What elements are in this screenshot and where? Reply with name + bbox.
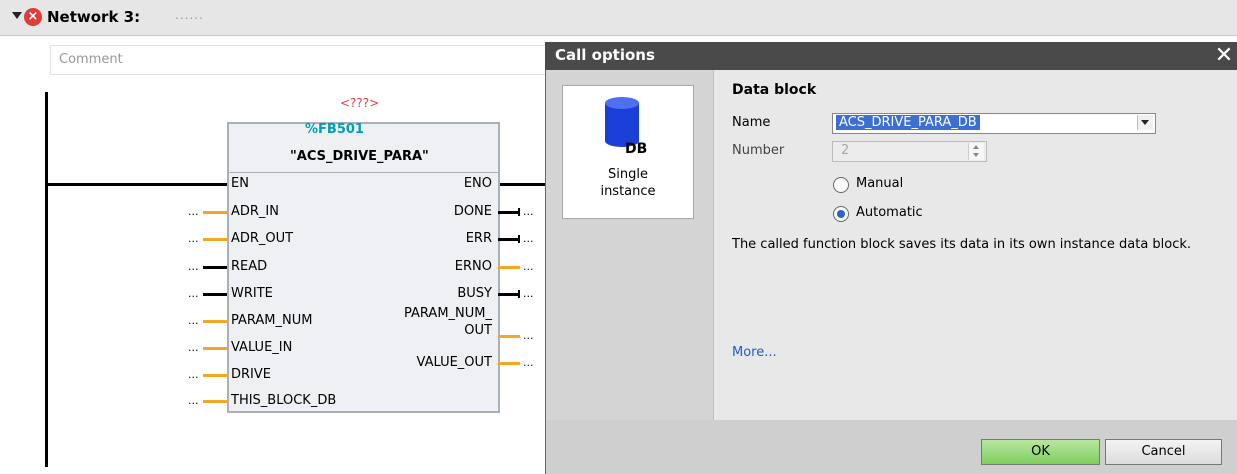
radio-automatic-label[interactable]: Automatic xyxy=(856,205,923,220)
output-wire-end xyxy=(518,208,520,216)
number-spinner-icon xyxy=(968,143,984,160)
output-wire-end xyxy=(518,235,520,243)
tile-label-line: instance xyxy=(600,184,656,199)
pin-adr-out: ADR_OUT xyxy=(231,231,294,246)
close-icon[interactable]: ✕ xyxy=(1213,44,1235,68)
function-block-divider xyxy=(229,172,498,173)
pin-param-num: PARAM_NUM xyxy=(231,313,313,328)
param-placeholder[interactable]: ... xyxy=(523,329,534,342)
param-placeholder[interactable]: ... xyxy=(188,287,199,300)
pin-en: EN xyxy=(231,176,249,191)
output-wire xyxy=(498,293,520,296)
cancel-button[interactable]: Cancel xyxy=(1105,439,1222,465)
single-instance-label: Single instance xyxy=(562,166,694,200)
collapse-triangle-icon[interactable] xyxy=(12,12,22,19)
number-field: 2 xyxy=(832,141,987,162)
function-block-name: "ACS_DRIVE_PARA" xyxy=(290,149,429,164)
tile-label-line: Single xyxy=(608,167,648,182)
pin-err: ERR xyxy=(465,231,492,246)
output-wire xyxy=(498,335,520,338)
radio-manual-label[interactable]: Manual xyxy=(856,176,903,191)
input-wire xyxy=(203,347,227,350)
more-link[interactable]: More... xyxy=(732,345,777,360)
radio-automatic[interactable] xyxy=(833,206,849,222)
network-title[interactable]: Network 3: xyxy=(47,8,140,26)
number-label: Number xyxy=(732,143,785,158)
param-placeholder[interactable]: ... xyxy=(188,232,199,245)
input-wire xyxy=(203,293,227,296)
input-wire xyxy=(203,266,227,269)
name-value: ACS_DRIVE_PARA_DB xyxy=(836,115,980,130)
pin-drive: DRIVE xyxy=(231,367,271,382)
param-placeholder[interactable]: ... xyxy=(188,314,199,327)
chevron-down-icon[interactable] xyxy=(1137,115,1153,130)
section-title: Data block xyxy=(732,82,817,98)
pin-eno: ENO xyxy=(463,176,492,191)
power-rail xyxy=(45,92,48,467)
param-placeholder[interactable]: ... xyxy=(523,287,534,300)
param-placeholder[interactable]: ... xyxy=(523,205,534,218)
comment-placeholder: Comment xyxy=(59,52,123,67)
input-wire xyxy=(203,211,227,214)
input-wire xyxy=(203,400,227,403)
en-wire xyxy=(45,183,227,186)
name-combobox[interactable]: ACS_DRIVE_PARA_DB xyxy=(832,113,1156,134)
pin-read: READ xyxy=(231,259,268,274)
pin-adr-in: ADR_IN xyxy=(231,204,279,219)
radio-manual[interactable] xyxy=(833,177,849,193)
pin-write: WRITE xyxy=(231,286,273,301)
output-wire-end xyxy=(518,290,520,298)
input-wire xyxy=(203,238,227,241)
network-title-placeholder[interactable]: ...... xyxy=(175,8,204,22)
pin-param-num-out-line2: OUT xyxy=(464,323,492,338)
input-wire xyxy=(203,374,227,377)
name-label: Name xyxy=(732,115,771,130)
function-block-number: %FB501 xyxy=(305,122,364,137)
ok-button[interactable]: OK xyxy=(981,439,1100,465)
param-placeholder[interactable]: ... xyxy=(188,394,199,407)
pin-busy: BUSY xyxy=(457,286,492,301)
pin-param-num-out-line1: PARAM_NUM_ xyxy=(404,306,492,321)
pin-erno: ERNO xyxy=(454,259,492,274)
pin-done: DONE xyxy=(453,204,492,219)
output-wire xyxy=(498,362,520,365)
input-wire xyxy=(203,320,227,323)
number-value: 2 xyxy=(841,143,850,158)
pin-this-block-db: THIS_BLOCK_DB xyxy=(231,393,337,408)
db-icon-label: DB xyxy=(625,141,648,157)
output-wire xyxy=(498,238,520,241)
pin-value-out: VALUE_OUT xyxy=(416,355,492,370)
description-text: The called function block saves its data… xyxy=(732,237,1192,252)
eno-wire xyxy=(496,183,545,186)
param-placeholder[interactable]: ... xyxy=(188,341,199,354)
param-placeholder[interactable]: ... xyxy=(188,368,199,381)
output-wire xyxy=(498,266,520,269)
param-placeholder[interactable]: ... xyxy=(523,260,534,273)
param-placeholder[interactable]: ... xyxy=(188,205,199,218)
param-placeholder[interactable]: ... xyxy=(523,356,534,369)
param-placeholder[interactable]: ... xyxy=(523,232,534,245)
dialog-title: Call options xyxy=(555,46,655,64)
network-comment-field[interactable]: Comment xyxy=(50,45,547,75)
param-placeholder[interactable]: ... xyxy=(188,260,199,273)
error-icon: × xyxy=(24,8,42,26)
instance-db-placeholder[interactable]: <???> xyxy=(340,96,379,110)
output-wire xyxy=(498,211,520,214)
pin-value-in: VALUE_IN xyxy=(231,340,293,355)
